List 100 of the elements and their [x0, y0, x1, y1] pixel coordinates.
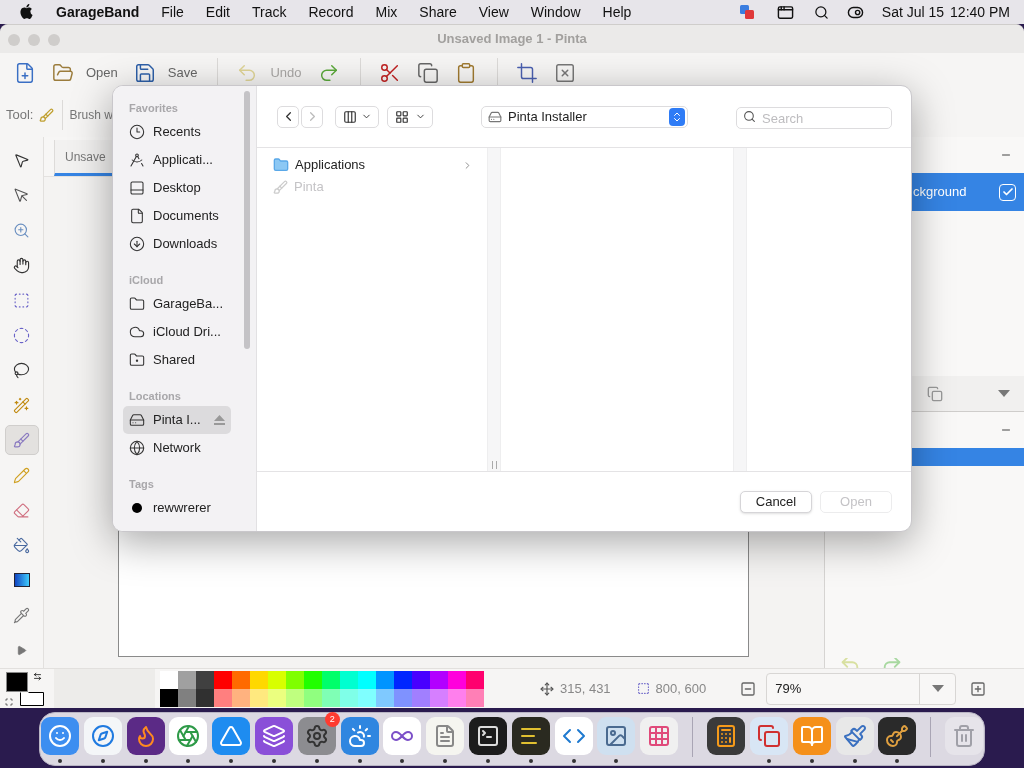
palette-swatch[interactable] — [376, 670, 394, 689]
columns-icon — [342, 109, 357, 124]
app-menu[interactable]: GarageBand — [56, 1, 140, 23]
sidebar-item[interactable]: Pinta I... — [123, 406, 231, 434]
view-mode-button[interactable] — [335, 105, 379, 128]
guitar-app-icon[interactable] — [878, 717, 917, 755]
window-title: Unsaved Image 1 - Pinta — [437, 30, 587, 49]
sidebar-item[interactable]: Documents — [123, 202, 231, 230]
gear-app-icon[interactable] — [297, 717, 336, 755]
sidebar-item[interactable]: Downloads — [123, 230, 231, 258]
aperture-app-icon[interactable] — [169, 717, 208, 755]
palette-swatch[interactable] — [394, 670, 412, 689]
palette-swatch[interactable] — [430, 670, 448, 689]
palette-swatch[interactable] — [160, 670, 178, 689]
menu-item[interactable]: Share — [419, 1, 457, 23]
dialog-button[interactable]: Cancel — [740, 490, 812, 513]
sidebar-item[interactable]: GarageBa... — [123, 290, 231, 318]
visibility-checkbox[interactable] — [999, 183, 1016, 201]
menu-item[interactable]: Track — [251, 1, 287, 23]
location-popup[interactable]: Pinta Installer — [481, 105, 688, 128]
menu-item[interactable]: Record — [308, 1, 354, 23]
grid-icon — [394, 109, 409, 124]
palette-swatch[interactable] — [286, 670, 304, 689]
menu-item[interactable]: Edit — [205, 1, 230, 23]
reset-colors-icon[interactable] — [5, 697, 13, 706]
sidebar-item[interactable]: rewwrerer — [123, 494, 231, 522]
folder-icon — [129, 296, 145, 312]
duplicate-layer-icon[interactable] — [927, 385, 943, 402]
book-app-icon[interactable] — [792, 717, 831, 755]
menu-item[interactable]: Help — [602, 1, 632, 23]
code-app-icon[interactable] — [554, 717, 593, 755]
palette-swatch[interactable] — [196, 670, 214, 689]
search-icon[interactable] — [813, 4, 829, 20]
dashed-circle-icon — [13, 326, 30, 344]
swap-arrows-icon[interactable] — [33, 671, 42, 681]
menu-item[interactable]: Window — [530, 1, 581, 23]
zoom-out-icon[interactable] — [740, 680, 757, 697]
palette-swatch[interactable] — [232, 670, 250, 689]
dashed-square-icon — [13, 291, 30, 309]
palette-swatch[interactable] — [466, 670, 484, 689]
triangle-app-icon[interactable] — [212, 717, 251, 755]
file-row[interactable]: Applications — [273, 154, 473, 176]
palette-swatch[interactable] — [322, 670, 340, 689]
scissors-icon — [378, 62, 401, 84]
sidebar-item[interactable]: Desktop — [123, 174, 231, 202]
primary-color-swatch[interactable] — [6, 671, 28, 692]
sidebar-item[interactable]: Shared — [123, 346, 231, 374]
eject-icon[interactable] — [214, 415, 225, 425]
menu-bar-time[interactable]: 12:40 PM — [950, 1, 1010, 23]
menu-item[interactable]: Mix — [375, 1, 398, 23]
stack-app-icon[interactable] — [254, 717, 293, 755]
save-button[interactable]: Save — [133, 59, 198, 87]
back-button[interactable] — [277, 105, 299, 128]
crop-icon — [515, 62, 538, 84]
palette-swatch[interactable] — [340, 670, 358, 689]
smiley-app-icon[interactable] — [40, 717, 79, 755]
zoom-in-icon[interactable] — [970, 680, 987, 697]
trash-icon[interactable] — [945, 717, 984, 755]
palette-swatch[interactable] — [358, 670, 376, 689]
drive-icon — [129, 412, 145, 428]
palette-swatch[interactable] — [250, 670, 268, 689]
sidebar-item[interactable]: Recents — [123, 118, 231, 146]
paintbrush-app-icon[interactable] — [835, 717, 874, 755]
windows-icon[interactable] — [776, 3, 794, 21]
palette-swatch[interactable] — [268, 670, 286, 689]
sidebar-item[interactable]: iCloud Dri... — [123, 318, 231, 346]
column-resize-handle[interactable] — [491, 461, 497, 469]
apple-icon[interactable] — [20, 4, 34, 20]
infinity-app-icon[interactable] — [383, 717, 422, 755]
zoom-combo[interactable]: 79% — [766, 672, 957, 705]
palette-swatch[interactable] — [304, 670, 322, 689]
squares-app-icon[interactable] — [749, 717, 788, 755]
search-field[interactable]: Search — [736, 107, 892, 129]
sidebar-item[interactable]: Applicati... — [123, 146, 231, 174]
dropdown-triangle-icon[interactable] — [998, 390, 1010, 397]
palette-swatch[interactable] — [178, 670, 196, 689]
scrollbar-thumb[interactable] — [244, 91, 250, 349]
palette-swatch[interactable] — [448, 670, 466, 689]
save-icon — [133, 62, 156, 84]
up-down-arrows-icon — [669, 107, 685, 126]
arrow-outline-icon — [13, 186, 30, 204]
open-button[interactable]: Open — [52, 59, 118, 87]
search-icon — [743, 109, 756, 123]
download-icon — [129, 236, 145, 252]
cloud-sun-app-icon[interactable] — [340, 717, 379, 755]
overlapping-squares-icon[interactable] — [738, 4, 755, 20]
flame-app-icon[interactable] — [126, 717, 165, 755]
group-button[interactable] — [387, 105, 433, 128]
palette-swatch[interactable] — [214, 670, 232, 689]
image-app-icon[interactable] — [597, 717, 636, 755]
sidebar-item[interactable]: Network — [123, 434, 231, 462]
menu-item[interactable]: File — [161, 1, 184, 23]
text-lines-app-icon[interactable] — [511, 717, 550, 755]
grid-app-icon[interactable] — [640, 717, 679, 755]
palette-swatch[interactable] — [412, 670, 430, 689]
menu-bar-date[interactable]: Sat Jul 15 — [881, 1, 945, 23]
menu-item[interactable]: View — [478, 1, 509, 23]
terminal-app-icon[interactable] — [469, 717, 507, 755]
compass-app-icon[interactable] — [83, 717, 122, 755]
calculator-app-icon[interactable] — [707, 717, 746, 755]
